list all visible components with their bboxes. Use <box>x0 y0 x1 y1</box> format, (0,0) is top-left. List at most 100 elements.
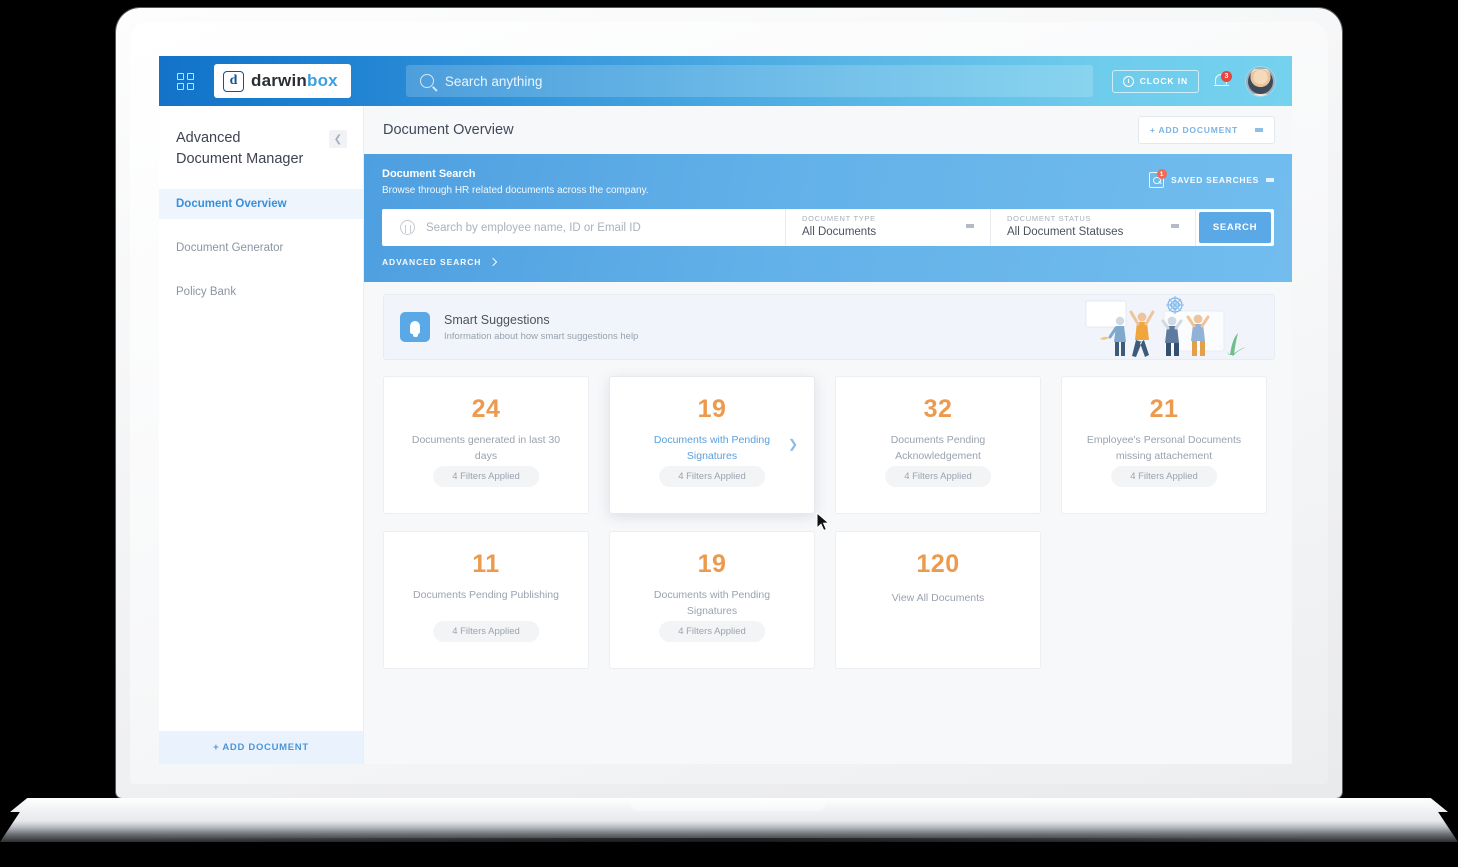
stat-card-number: 19 <box>697 395 727 423</box>
document-search-subtitle: Browse through HR related documents acro… <box>382 185 649 196</box>
saved-search-icon: 1 <box>1148 169 1167 188</box>
sidebar-item-document-generator[interactable]: Document Generator <box>159 233 363 263</box>
stat-card-label: Employee's Personal Documents missing at… <box>1086 434 1242 462</box>
laptop-shadow <box>150 838 1310 854</box>
stat-card-pending-publishing[interactable]: 11 Documents Pending Publishing 4 Filter… <box>383 531 589 669</box>
stat-cards-row-1: 24 Documents generated in last 30 days 4… <box>383 376 1275 514</box>
chevron-down-icon <box>966 224 974 228</box>
search-icon <box>419 74 434 88</box>
avatar[interactable] <box>1246 66 1275 96</box>
sidebar-title-line1: Advanced <box>176 130 241 146</box>
clock-icon <box>1122 75 1134 87</box>
global-search-input[interactable]: Search anything <box>405 65 1093 97</box>
stat-card-pending-signatures[interactable]: 19 Documents with Pending Signatures ❯ 4… <box>609 376 815 514</box>
laptop-mockup-stage: d darwinbox Search anything CLOCK IN 3 A… <box>0 0 1458 867</box>
advanced-search-label: ADVANCED SEARCH <box>382 257 482 267</box>
stat-card-view-all-documents[interactable]: 120 View All Documents <box>835 531 1041 669</box>
notification-count-badge: 3 <box>1221 70 1232 82</box>
header-actions: CLOCK IN 3 <box>1111 66 1292 96</box>
sidebar-item-label: Document Overview <box>176 198 287 211</box>
smart-suggestions-title: Smart Suggestions <box>444 312 550 327</box>
document-type-select[interactable]: DOCUMENT TYPE All Documents <box>786 209 991 246</box>
chevron-down-icon <box>1255 128 1263 132</box>
chevron-right-icon: ❯ <box>787 437 798 451</box>
filters-applied-chip[interactable]: 4 Filters Applied <box>885 466 991 487</box>
stat-card-label: Documents Pending Acknowledgement <box>890 434 986 462</box>
sidebar: Advanced Document Manager ❮ Document Ove… <box>159 106 364 764</box>
chevron-left-icon: ❮ <box>333 133 343 145</box>
sidebar-item-label: Document Generator <box>176 242 284 255</box>
filters-applied-chip[interactable]: 4 Filters Applied <box>433 466 539 487</box>
page-header: Document Overview + ADD DOCUMENT <box>364 106 1292 154</box>
sidebar-item-label: Policy Bank <box>176 286 237 299</box>
logo-mark-icon: d <box>223 70 244 92</box>
stat-card-label: View All Documents <box>891 592 985 604</box>
page-title: Document Overview <box>383 122 514 138</box>
saved-searches-button[interactable]: 1 SAVED SEARCHES <box>1148 169 1274 188</box>
add-document-button[interactable]: + ADD DOCUMENT <box>1137 116 1275 144</box>
employee-search-input[interactable]: Search by employee name, ID or Email ID <box>382 209 786 246</box>
team-celebration-illustration <box>1078 296 1274 358</box>
smart-suggestions-text: Smart Suggestions Information about how … <box>444 313 638 342</box>
search-button[interactable]: SEARCH <box>1199 212 1271 243</box>
document-search-title: Document Search <box>382 168 476 180</box>
darwinbox-logo[interactable]: d darwinbox <box>214 64 351 98</box>
browser-viewport: d darwinbox Search anything CLOCK IN 3 A… <box>159 56 1292 764</box>
stat-card-label: Documents Pending Publishing <box>413 589 559 601</box>
laptop-base-notch <box>630 798 826 811</box>
clock-in-label: CLOCK IN <box>1139 76 1188 86</box>
stat-card-number: 19 <box>697 550 727 578</box>
stat-card-missing-attachment[interactable]: 21 Employee's Personal Documents missing… <box>1061 376 1267 514</box>
employee-search-placeholder: Search by employee name, ID or Email ID <box>426 221 641 234</box>
stat-card-documents-generated[interactable]: 24 Documents generated in last 30 days 4… <box>383 376 589 514</box>
document-search-form: Search by employee name, ID or Email ID … <box>382 209 1274 246</box>
stat-card-label: Documents generated in last 30 days <box>411 434 561 462</box>
saved-searches-label: SAVED SEARCHES <box>1170 175 1259 185</box>
sidebar-title: Advanced Document Manager <box>176 128 303 169</box>
sidebar-item-policy-bank[interactable]: Policy Bank <box>159 277 363 307</box>
stat-card-number: 120 <box>916 550 960 578</box>
stat-card-pending-signatures-2[interactable]: 19 Documents with Pending Signatures 4 F… <box>609 531 815 669</box>
stat-card-number: 21 <box>1149 395 1179 423</box>
document-type-value: All Documents <box>802 226 877 238</box>
notifications-button[interactable]: 3 <box>1213 70 1232 92</box>
stat-cards-row-2: 11 Documents Pending Publishing 4 Filter… <box>383 531 1275 669</box>
filters-applied-chip[interactable]: 4 Filters Applied <box>659 466 765 487</box>
stat-card-number: 11 <box>472 550 500 578</box>
chevron-down-icon <box>1266 178 1274 182</box>
sidebar-header: Advanced Document Manager ❮ <box>159 106 363 169</box>
employee-search-icon <box>400 220 415 235</box>
smart-suggestions-subtitle: Information about how smart suggestions … <box>444 330 639 342</box>
mouse-pointer <box>816 512 830 532</box>
sidebar-nav: Document Overview Document Generator Pol… <box>159 189 363 307</box>
document-status-select[interactable]: DOCUMENT STATUS All Document Statuses <box>991 209 1196 246</box>
document-search-panel: Document Search Browse through HR relate… <box>364 154 1292 282</box>
document-status-value: All Document Statuses <box>1007 226 1124 238</box>
document-status-label: DOCUMENT STATUS <box>1007 214 1092 223</box>
dashboard-body: Smart Suggestions Information about how … <box>364 282 1292 669</box>
chevron-right-icon <box>489 257 498 267</box>
filters-applied-chip[interactable]: 4 Filters Applied <box>659 621 765 642</box>
chevron-down-icon <box>1171 224 1179 228</box>
document-type-label: DOCUMENT TYPE <box>802 214 876 223</box>
main-content: Document Overview + ADD DOCUMENT Documen… <box>364 106 1292 764</box>
stat-card-number: 32 <box>923 395 953 423</box>
logo-wordmark: darwinbox <box>251 71 338 90</box>
stat-card-pending-acknowledgement[interactable]: 32 Documents Pending Acknowledgement 4 F… <box>835 376 1041 514</box>
sidebar-add-document-button[interactable]: + ADD DOCUMENT <box>159 731 363 764</box>
global-search-placeholder: Search anything <box>444 73 543 89</box>
advanced-search-toggle[interactable]: ADVANCED SEARCH <box>382 257 1274 267</box>
sidebar-collapse-button[interactable]: ❮ <box>329 130 347 148</box>
lightbulb-icon <box>400 312 430 342</box>
clock-in-button[interactable]: CLOCK IN <box>1111 69 1199 93</box>
stat-card-label: Documents with Pending Signatures <box>653 434 771 462</box>
stat-card-label: Documents with Pending Signatures <box>653 589 771 617</box>
saved-searches-badge: 1 <box>1156 169 1167 179</box>
sidebar-item-document-overview[interactable]: Document Overview <box>159 189 363 220</box>
sidebar-title-line2: Document Manager <box>176 150 304 167</box>
filters-applied-chip[interactable]: 4 Filters Applied <box>1111 466 1217 487</box>
smart-suggestions-banner[interactable]: Smart Suggestions Information about how … <box>383 294 1275 360</box>
stat-card-number: 24 <box>471 395 501 423</box>
app-grid-icon[interactable] <box>177 72 196 90</box>
filters-applied-chip[interactable]: 4 Filters Applied <box>433 621 539 642</box>
